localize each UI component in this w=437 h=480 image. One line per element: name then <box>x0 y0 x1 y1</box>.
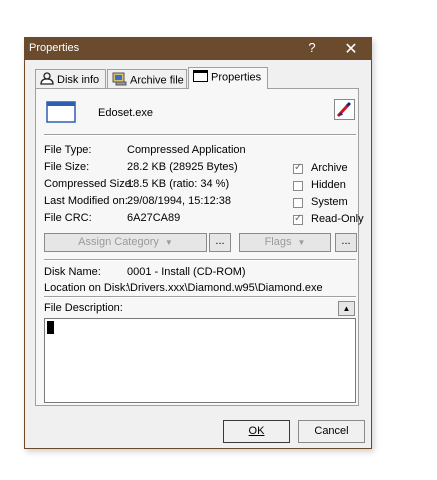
chevron-down-icon: ▼ <box>164 238 173 247</box>
close-button[interactable]: ✕ <box>341 39 361 59</box>
cancel-button[interactable]: Cancel <box>298 420 365 443</box>
text-cursor <box>47 321 54 334</box>
divider <box>44 259 356 261</box>
chevron-down-icon: ▼ <box>297 238 306 247</box>
window-title: Properties <box>29 42 80 54</box>
file-crc-value: 6A27CA89 <box>127 212 181 224</box>
flags-label: Flags <box>264 236 292 248</box>
description-label: File Description: <box>44 302 123 314</box>
disk-icon <box>40 72 54 88</box>
divider <box>44 296 356 298</box>
disk-name-label: Disk Name: <box>44 266 101 278</box>
disk-name-value: 0001 - Install (CD-ROM) <box>127 266 246 278</box>
assign-category-button[interactable]: Assign Category ▼ <box>44 233 207 252</box>
hidden-checkbox[interactable] <box>293 181 303 191</box>
location-label: Location on Disk: <box>44 282 129 294</box>
window-icon <box>46 101 76 126</box>
tab-properties[interactable]: Properties <box>188 67 268 89</box>
archive-icon <box>112 72 127 89</box>
hidden-label: Hidden <box>311 179 346 191</box>
read-only-label: Read-Only <box>311 213 364 225</box>
file-type-value: Compressed Application <box>127 144 246 156</box>
file-name: Edoset.exe <box>98 107 154 119</box>
properties-dialog: Properties ? ✕ Disk info Archive file Pr… <box>24 37 372 449</box>
help-button[interactable]: ? <box>304 40 320 58</box>
archive-checkbox[interactable] <box>293 162 303 174</box>
ok-label: OK <box>248 425 265 437</box>
file-crc-label: File CRC: <box>44 212 92 224</box>
edit-icon-button[interactable] <box>334 99 356 124</box>
read-only-checkbox[interactable] <box>293 213 303 225</box>
compressed-size-value: 18.5 KB (ratio: 34 %) <box>127 178 230 190</box>
tab-label: Disk info <box>57 74 100 86</box>
tab-archive-file[interactable]: Archive file <box>107 69 187 88</box>
chevron-up-icon: ▲ <box>342 304 351 313</box>
ok-button[interactable]: OK <box>223 420 290 443</box>
description-textarea[interactable] <box>44 318 356 403</box>
compressed-size-label: Compressed Size: <box>44 178 134 190</box>
archive-label: Archive <box>311 162 348 174</box>
file-size-value: 28.2 KB (28925 Bytes) <box>127 161 238 173</box>
system-checkbox[interactable] <box>293 198 303 208</box>
title-bar[interactable]: Properties ? ✕ <box>25 38 371 60</box>
assign-category-label: Assign Category <box>78 236 159 248</box>
last-modified-value: 29/08/1994, 15:12:38 <box>127 195 231 207</box>
location-value: \Drivers.xxx\Diamond.w95\Diamond.exe <box>127 282 323 294</box>
tab-label: Properties <box>211 71 262 84</box>
window-icon <box>193 70 208 85</box>
last-modified-label: Last Modified on: <box>44 195 128 207</box>
category-more-button[interactable]: ... <box>209 233 231 252</box>
file-type-label: File Type: <box>44 144 92 156</box>
divider <box>44 134 356 136</box>
properties-panel: Edoset.exe File Type: Compressed Applica… <box>35 88 364 406</box>
tab-disk-info[interactable]: Disk info <box>35 69 106 88</box>
system-label: System <box>311 196 348 208</box>
tab-label: Archive file <box>130 74 184 87</box>
flags-more-button[interactable]: ... <box>335 233 357 252</box>
description-toggle-button[interactable]: ▲ <box>338 301 355 316</box>
cancel-label: Cancel <box>314 425 349 437</box>
flags-button[interactable]: Flags ▼ <box>239 233 331 252</box>
file-size-label: File Size: <box>44 161 90 173</box>
